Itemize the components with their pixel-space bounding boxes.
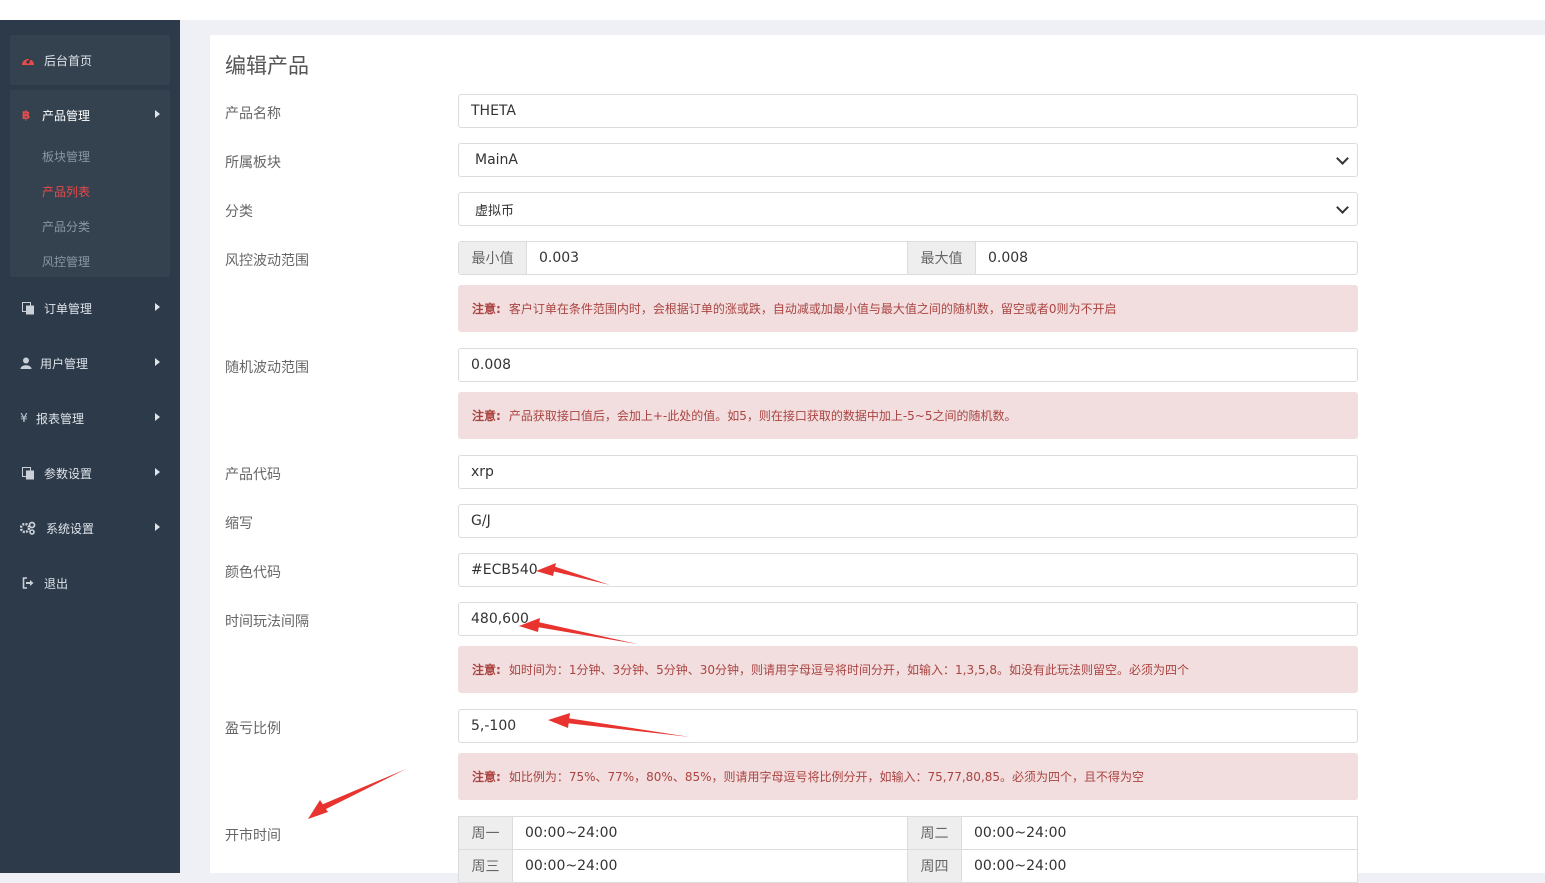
sidebar-item-label: 后台首页 bbox=[44, 53, 93, 68]
page-title: 编辑产品 bbox=[225, 54, 309, 78]
caret-right-icon bbox=[155, 110, 160, 118]
sidebar-item-users[interactable]: 用户管理 bbox=[0, 343, 180, 383]
open-day-group-wed: 周三 00:00~24:00 bbox=[458, 849, 908, 883]
yen-icon: ¥ bbox=[20, 411, 28, 425]
ratio-value: 5,-100 bbox=[471, 718, 517, 734]
day-addon: 周三 bbox=[459, 850, 513, 882]
open-day-group-tue: 周二 00:00~24:00 bbox=[907, 816, 1358, 850]
copy-icon bbox=[20, 300, 36, 316]
caret-right-icon bbox=[155, 303, 160, 311]
ratio-label: 盈亏比例 bbox=[225, 721, 281, 737]
color-code-input[interactable]: #ECB540 bbox=[458, 553, 1358, 587]
random-note-alert: 注意: 产品获取接口值后，会加上+-此处的值。如5，则在接口获取的数据中加上-5… bbox=[458, 392, 1358, 439]
board-select[interactable]: MainA bbox=[458, 143, 1358, 177]
product-code-value: xrp bbox=[471, 464, 494, 480]
alert-prefix: 注意: bbox=[472, 302, 501, 316]
open-time-input-tue[interactable]: 00:00~24:00 bbox=[962, 817, 1357, 849]
sidebar-item-product[interactable]: ฿ 产品管理 bbox=[0, 95, 180, 135]
chevron-down-icon bbox=[1336, 152, 1349, 165]
ratio-note-alert: 注意: 如比例为：75%、77%，80%、85%，则请用字母逗号将比例分开，如输… bbox=[458, 753, 1358, 800]
time-interval-value: 480,600 bbox=[471, 611, 529, 627]
sidebar-item-reports[interactable]: ¥ 报表管理 bbox=[0, 398, 180, 438]
caret-right-icon bbox=[155, 523, 160, 531]
gears-icon bbox=[20, 520, 36, 536]
sidebar: 后台首页 ฿ 产品管理 板块管理 产品列表 产品分类 风控管理 订单管理 用户管… bbox=[0, 20, 180, 873]
dashboard-icon bbox=[20, 52, 36, 68]
category-select[interactable]: 虚拟币 bbox=[458, 192, 1358, 226]
chevron-down-icon bbox=[1336, 201, 1349, 214]
risk-min-input[interactable]: 0.003 bbox=[527, 242, 907, 274]
caret-right-icon bbox=[155, 358, 160, 366]
time-interval-input[interactable]: 480,600 bbox=[458, 602, 1358, 636]
sidebar-item-label: 产品管理 bbox=[42, 108, 91, 123]
open-time-label: 开市时间 bbox=[225, 828, 281, 844]
abbr-label: 缩写 bbox=[225, 516, 253, 532]
sidebar-item-params[interactable]: 参数设置 bbox=[0, 453, 180, 493]
alert-text: 如时间为：1分钟、3分钟、5分钟、30分钟，则请用字母逗号将时间分开，如输入：1… bbox=[508, 663, 1189, 677]
top-bar bbox=[0, 0, 1545, 20]
board-label: 所属板块 bbox=[225, 155, 281, 171]
risk-range-label: 风控波动范围 bbox=[225, 253, 309, 269]
sidebar-sub-category[interactable]: 产品分类 bbox=[42, 218, 90, 235]
alert-text: 如比例为：75%、77%，80%、85%，则请用字母逗号将比例分开，如输入：75… bbox=[508, 770, 1145, 784]
risk-min-addon: 最小值 bbox=[459, 242, 527, 274]
sidebar-sub-risk[interactable]: 风控管理 bbox=[42, 253, 90, 270]
sidebar-sub-product-list[interactable]: 产品列表 bbox=[42, 183, 90, 200]
user-icon bbox=[18, 355, 34, 371]
day-addon: 周二 bbox=[908, 817, 962, 849]
day-addon: 周四 bbox=[908, 850, 962, 882]
day-addon: 周一 bbox=[459, 817, 513, 849]
sidebar-item-label: 系统设置 bbox=[46, 521, 95, 536]
open-day-group-mon: 周一 00:00~24:00 bbox=[458, 816, 908, 850]
bitcoin-icon: ฿ bbox=[21, 108, 31, 122]
product-code-input[interactable]: xrp bbox=[458, 455, 1358, 489]
product-name-label: 产品名称 bbox=[225, 106, 281, 122]
abbr-value: G/J bbox=[471, 513, 491, 529]
sidebar-item-label: 退出 bbox=[44, 576, 69, 591]
risk-max-input[interactable]: 0.008 bbox=[976, 242, 1357, 274]
alert-prefix: 注意: bbox=[472, 409, 501, 423]
open-time-input-wed[interactable]: 00:00~24:00 bbox=[513, 850, 907, 882]
caret-right-icon bbox=[155, 413, 160, 421]
sidebar-item-label: 参数设置 bbox=[44, 466, 93, 481]
random-range-label: 随机波动范围 bbox=[225, 360, 309, 376]
category-label: 分类 bbox=[225, 204, 253, 220]
sidebar-item-label: 用户管理 bbox=[40, 356, 89, 371]
sidebar-item-label: 报表管理 bbox=[36, 411, 85, 426]
product-name-value: THETA bbox=[471, 103, 516, 119]
random-range-input[interactable]: 0.008 bbox=[458, 348, 1358, 382]
alert-text: 客户订单在条件范围内时，会根据订单的涨或跌，自动减或加最小值与最大值之间的随机数… bbox=[508, 302, 1117, 316]
ratio-input[interactable]: 5,-100 bbox=[458, 709, 1358, 743]
product-code-label: 产品代码 bbox=[225, 467, 281, 483]
abbr-input[interactable]: G/J bbox=[458, 504, 1358, 538]
copy-icon bbox=[20, 465, 36, 481]
open-time-input-thu[interactable]: 00:00~24:00 bbox=[962, 850, 1357, 882]
risk-max-addon: 最大值 bbox=[908, 242, 976, 274]
risk-max-group: 最大值 0.008 bbox=[907, 241, 1358, 275]
category-select-value: 虚拟币 bbox=[475, 203, 515, 219]
sign-out-icon bbox=[20, 575, 36, 591]
sidebar-item-logout[interactable]: 退出 bbox=[0, 563, 180, 603]
board-select-value: MainA bbox=[475, 152, 518, 168]
open-time-input-mon[interactable]: 00:00~24:00 bbox=[513, 817, 907, 849]
risk-note-alert: 注意: 客户订单在条件范围内时，会根据订单的涨或跌，自动减或加最小值与最大值之间… bbox=[458, 285, 1358, 332]
sidebar-item-orders[interactable]: 订单管理 bbox=[0, 288, 180, 328]
alert-text: 产品获取接口值后，会加上+-此处的值。如5，则在接口获取的数据中加上-5~5之间… bbox=[508, 409, 1017, 423]
random-range-value: 0.008 bbox=[471, 357, 512, 373]
alert-prefix: 注意: bbox=[472, 770, 501, 784]
sidebar-item-system[interactable]: 系统设置 bbox=[0, 508, 180, 548]
sidebar-item-label: 订单管理 bbox=[44, 301, 93, 316]
alert-prefix: 注意: bbox=[472, 663, 501, 677]
open-day-group-thu: 周四 00:00~24:00 bbox=[907, 849, 1358, 883]
sidebar-item-home[interactable]: 后台首页 bbox=[0, 40, 180, 80]
color-code-label: 颜色代码 bbox=[225, 565, 281, 581]
interval-note-alert: 注意: 如时间为：1分钟、3分钟、5分钟、30分钟，则请用字母逗号将时间分开，如… bbox=[458, 646, 1358, 693]
time-interval-label: 时间玩法间隔 bbox=[225, 614, 309, 630]
color-code-value: #ECB540 bbox=[471, 562, 538, 578]
sidebar-sub-board[interactable]: 板块管理 bbox=[42, 148, 90, 165]
caret-right-icon bbox=[155, 468, 160, 476]
product-name-input[interactable]: THETA bbox=[458, 94, 1358, 128]
risk-min-group: 最小值 0.003 bbox=[458, 241, 908, 275]
